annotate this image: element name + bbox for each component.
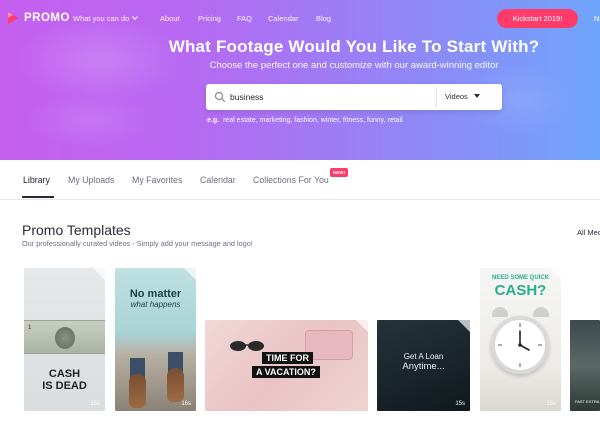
all-media-filter[interactable]: All Med (577, 228, 600, 237)
template-card[interactable]: NEED SOME QUICK CASH? 15s (480, 268, 561, 411)
dollar-bill-image: 1 (24, 320, 105, 354)
examples-list[interactable]: real estate, marketing, fashion, winter,… (223, 117, 403, 124)
tab-my-favorites[interactable]: My Favorites (132, 175, 182, 185)
caret-down-icon (473, 94, 480, 98)
search-examples: e.g. real estate, marketing, fashion, win… (207, 117, 403, 124)
search-icon (214, 91, 226, 103)
card-caption-line2: A VACATION? (252, 366, 320, 378)
card-caption-line1: CASH (48, 368, 81, 380)
duration-badge: 15s (90, 401, 100, 407)
card-caption-line1: FAST EXTRA (575, 399, 600, 404)
card-caption-line1: TIME FOR (262, 352, 313, 364)
card-caption-line2: IS DEAD (42, 380, 87, 392)
nav-item-calendar[interactable]: Calendar (268, 14, 298, 23)
nav-item-faq[interactable]: FAQ (237, 14, 252, 23)
template-card[interactable]: FAST EXTRA (570, 320, 600, 411)
shoe-image (129, 374, 146, 408)
card-corner-fold (184, 268, 196, 280)
kickstart-2019-button[interactable]: Kickstart 2019! (497, 9, 578, 28)
search-input[interactable] (230, 88, 430, 106)
duration-badge: 15s (546, 401, 556, 407)
card-caption-line2: what happens (130, 300, 181, 309)
tab-calendar[interactable]: Calendar (200, 175, 236, 185)
nav-item-label: What you can do (73, 14, 130, 23)
card-caption-line2: Anytime... (402, 361, 445, 372)
logo-text: PROMO (24, 12, 70, 24)
clock-bell (533, 307, 549, 317)
clock-face (498, 323, 542, 367)
card-caption-line1: No matter (129, 288, 182, 300)
logo[interactable]: PROMO (6, 11, 70, 25)
bill-decoration: 1 (28, 325, 32, 331)
tab-my-uploads[interactable]: My Uploads (68, 175, 114, 185)
top-navigation: PROMO What you can do About Pricing FAQ … (0, 0, 600, 36)
tab-collections-for-you[interactable]: Collections For You (253, 175, 329, 185)
hero-subtitle: Choose the perfect one and customize wit… (209, 60, 499, 71)
template-card[interactable]: No matter what happens 16s (115, 268, 196, 411)
active-tab-indicator (22, 196, 54, 198)
search-divider (436, 87, 437, 107)
card-corner-fold (356, 320, 368, 332)
media-type-label: Videos (445, 92, 468, 101)
nav-item-cut-off[interactable]: N (594, 14, 599, 23)
duration-badge: 16s (181, 401, 191, 407)
chevron-down-icon (132, 14, 139, 20)
shoe-image (167, 368, 184, 402)
nav-item-about[interactable]: About (160, 14, 180, 23)
library-tabs: Library My Uploads My Favorites Calendar… (0, 160, 600, 200)
media-type-select[interactable]: Videos (445, 84, 480, 110)
card-caption: Get A Loan Anytime... (377, 352, 470, 372)
card-corner-fold (458, 320, 470, 332)
promo-logo-icon (8, 12, 18, 24)
new-badge: NEW! (330, 168, 348, 177)
hero-title: What Footage Would You Like To Start Wit… (168, 37, 540, 56)
card-caption: No matter what happens (115, 288, 196, 309)
card-corner-fold (93, 268, 105, 280)
examples-prefix: e.g. (207, 117, 220, 124)
section-subtitle: Our professionally curated videos - Simp… (22, 239, 253, 248)
card-caption: CASH IS DEAD (24, 368, 105, 392)
nav-item-pricing[interactable]: Pricing (198, 14, 221, 23)
template-card[interactable]: 1 CASH IS DEAD 15s (24, 268, 105, 411)
duration-badge: 15s (455, 401, 465, 407)
hero-banner: PROMO What you can do About Pricing FAQ … (0, 0, 600, 160)
card-corner-fold (549, 268, 561, 280)
search-bar: Videos (206, 84, 502, 110)
card-caption-line2: CASH? (494, 282, 547, 299)
nav-item-what-you-can-do[interactable]: What you can do (73, 14, 139, 23)
nav-item-blog[interactable]: Blog (316, 14, 331, 23)
template-card[interactable]: TIME FOR A VACATION? (205, 320, 368, 411)
clock-bell (492, 307, 508, 317)
sunglasses-icon (230, 341, 264, 351)
alarm-clock-icon (491, 316, 549, 374)
template-card[interactable]: Get A Loan Anytime... 15s (377, 320, 470, 411)
bill-seal (55, 327, 75, 349)
tab-library[interactable]: Library (23, 175, 50, 185)
section-title: Promo Templates (22, 222, 131, 238)
